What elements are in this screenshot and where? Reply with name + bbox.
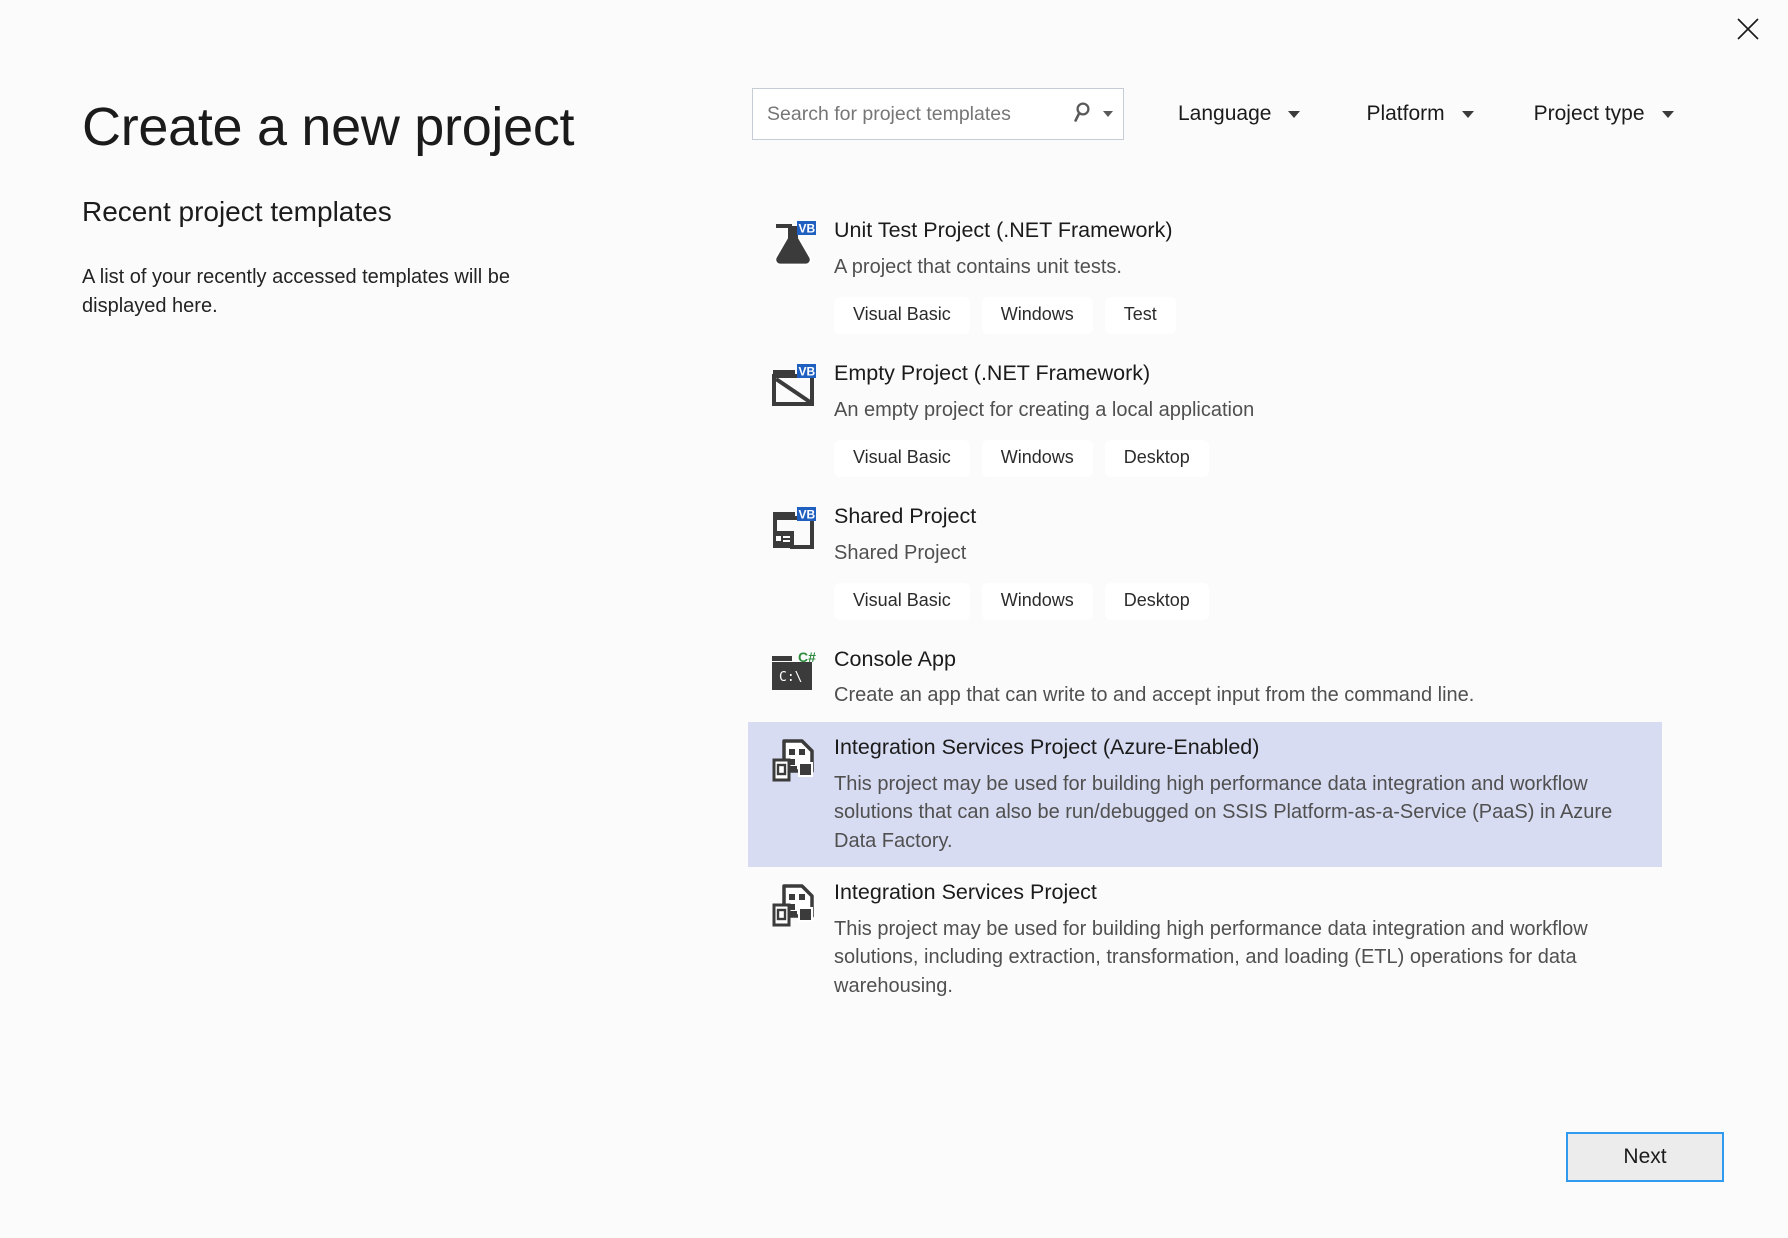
template-tag: Windows <box>981 440 1093 477</box>
search-icon <box>1074 101 1096 128</box>
svg-text:VB: VB <box>799 364 816 378</box>
template-tag: Test <box>1104 297 1176 334</box>
recent-templates-heading: Recent project templates <box>82 196 392 227</box>
template-tag: Visual Basic <box>834 297 970 334</box>
svg-text:VB: VB <box>799 222 816 236</box>
close-button[interactable] <box>1722 8 1774 50</box>
template-item-body: Unit Test Project (.NET Framework) A proj… <box>834 217 1648 336</box>
template-title: Empty Project (.NET Framework) <box>834 360 1151 385</box>
page-title: Create a new project <box>82 97 575 158</box>
template-tags: Visual Basic Windows Test <box>834 297 1648 334</box>
template-item-body: Console App Create an app that can write … <box>834 646 1648 710</box>
recent-templates-empty-message: A list of your recently accessed templat… <box>82 265 510 317</box>
template-item-body: Empty Project (.NET Framework) An empty p… <box>834 360 1648 479</box>
filter-project-type-button[interactable]: Project type <box>1530 96 1678 132</box>
search-input[interactable] <box>767 89 1068 139</box>
template-item-body: Shared Project Shared Project Visual Basic… <box>834 503 1648 622</box>
search-dropdown-button[interactable] <box>1068 101 1113 128</box>
next-button[interactable]: Next <box>1566 1132 1724 1182</box>
chevron-down-icon <box>1661 110 1674 118</box>
template-tag: Desktop <box>1104 582 1209 620</box>
filter-platform-button[interactable]: Platform <box>1362 96 1477 132</box>
template-title: Integration Services Project (Azure-Enab… <box>834 734 1260 759</box>
shared-project-vb-icon: VB <box>770 506 817 553</box>
filter-platform-label: Platform <box>1366 102 1445 125</box>
template-title: Console App <box>834 646 956 671</box>
chevron-down-icon <box>1288 110 1301 118</box>
filter-language-button[interactable]: Language <box>1174 96 1304 132</box>
template-item[interactable]: VB Unit Test Project (.NET Framework) A pr… <box>748 205 1662 348</box>
template-tag: Windows <box>981 582 1093 620</box>
filter-language-label: Language <box>1178 102 1272 125</box>
header-toolbar: Language Platform Project type <box>752 88 1678 140</box>
template-item[interactable]: VB Empty Project (.NET Framework) An empty… <box>748 348 1662 491</box>
template-tag: Visual Basic <box>834 440 970 477</box>
template-list: VB Unit Test Project (.NET Framework) A pr… <box>748 205 1662 1012</box>
search-box[interactable] <box>752 88 1124 140</box>
template-item-body: Integration Services Project This project… <box>834 879 1648 1000</box>
template-item[interactable]: VB Shared Project Shared Project Visual Bas… <box>748 491 1662 634</box>
integration-services-icon <box>770 738 816 784</box>
template-title: Shared Project <box>834 503 977 528</box>
template-tags: Visual Basic Windows Desktop <box>834 582 1648 620</box>
recent-templates-pane: Recent project templates A list of your … <box>82 195 622 321</box>
template-item[interactable]: Integration Services Project (Azure-Enab… <box>748 721 1662 867</box>
template-item-body: Integration Services Project (Azure-Enab… <box>834 734 1648 855</box>
template-item[interactable]: C:\ C# Console App Create an app that can w… <box>748 634 1662 722</box>
close-icon <box>1736 17 1760 41</box>
svg-text:C:\: C:\ <box>779 670 802 685</box>
svg-text:C#: C# <box>798 650 816 665</box>
template-description: Shared Project <box>834 541 967 564</box>
chevron-down-icon <box>1103 111 1113 117</box>
flask-vb-icon: VB <box>770 221 817 267</box>
template-description: This project may be used for building hi… <box>834 772 1613 852</box>
console-csharp-icon: C:\ C# <box>770 649 816 696</box>
template-item[interactable]: Integration Services Project This project… <box>748 867 1662 1012</box>
chevron-down-icon <box>1461 110 1474 118</box>
template-tags: Visual Basic Windows Desktop <box>834 440 1648 477</box>
template-tag: Desktop <box>1104 440 1209 477</box>
template-title: Integration Services Project <box>834 879 1097 904</box>
template-description: An empty project for creating a local ap… <box>834 398 1255 421</box>
template-tag: Visual Basic <box>834 582 970 620</box>
filter-project-type-label: Project type <box>1533 102 1645 125</box>
template-title: Unit Test Project (.NET Framework) <box>834 218 1173 242</box>
template-tag: Windows <box>981 297 1093 334</box>
template-description: A project that contains unit tests. <box>834 255 1122 278</box>
template-description: This project may be used for building hi… <box>834 917 1588 997</box>
template-description: Create an app that can write to and acce… <box>834 684 1475 707</box>
svg-text:VB: VB <box>799 507 816 521</box>
integration-services-icon <box>770 883 816 929</box>
empty-project-vb-icon: VB <box>770 363 817 410</box>
